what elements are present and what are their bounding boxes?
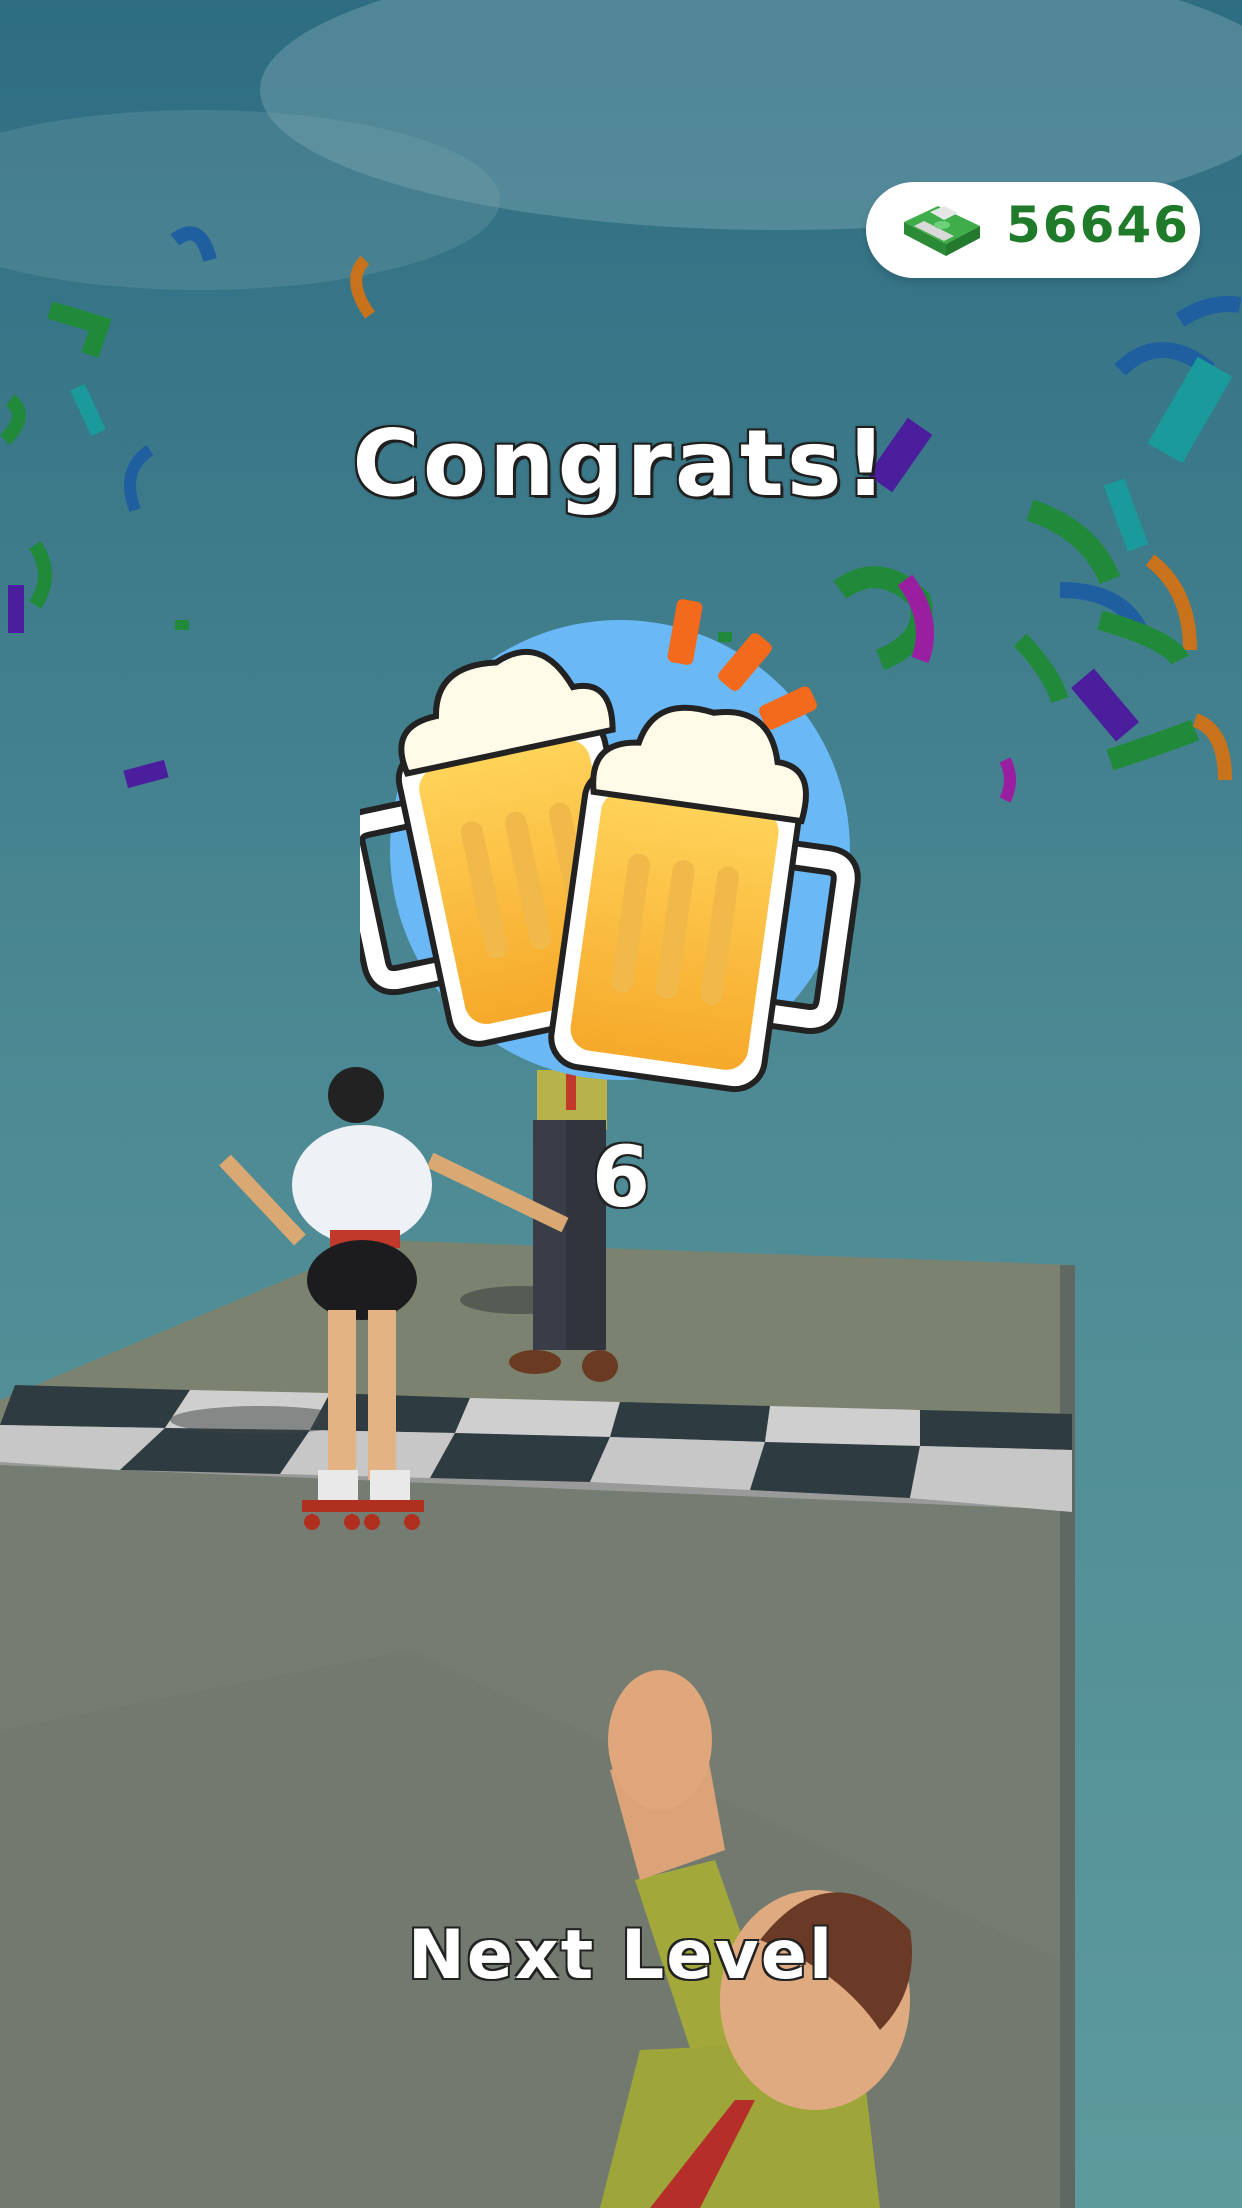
cash-stack-icon — [904, 206, 980, 256]
level-number: 6 — [591, 1128, 651, 1226]
game-scene — [0, 0, 1242, 2208]
beer-mugs-cheers-icon — [360, 599, 861, 1093]
currency-display: 56646 — [866, 182, 1200, 278]
currency-amount: 56646 — [1006, 196, 1190, 254]
congrats-title: Congrats! — [352, 410, 890, 517]
next-level-button[interactable]: Next Level — [371, 1900, 871, 2010]
